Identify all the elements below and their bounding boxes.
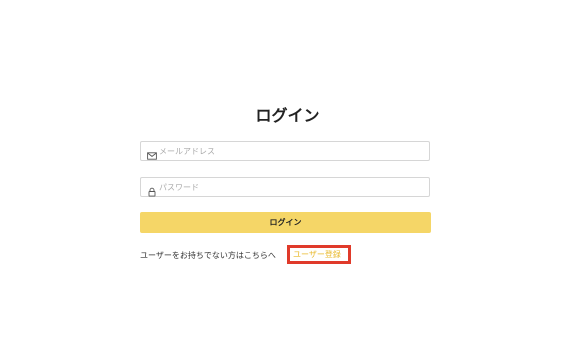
- page-title: ログイン: [255, 106, 320, 125]
- login-page: ログイン ログイン ユーザーをお持ちでない方はこちらへ ユーザー登録: [0, 0, 575, 346]
- register-link[interactable]: ユーザー登録: [293, 250, 341, 260]
- password-field[interactable]: [140, 177, 430, 197]
- mail-icon: [147, 146, 157, 160]
- register-prompt: ユーザーをお持ちでない方はこちらへ: [140, 251, 276, 260]
- register-link-highlight: ユーザー登録: [287, 245, 351, 264]
- lock-icon: [147, 182, 157, 197]
- email-field[interactable]: [140, 141, 430, 161]
- email-input[interactable]: [159, 142, 424, 160]
- login-button[interactable]: ログイン: [140, 212, 431, 233]
- password-input[interactable]: [159, 178, 424, 196]
